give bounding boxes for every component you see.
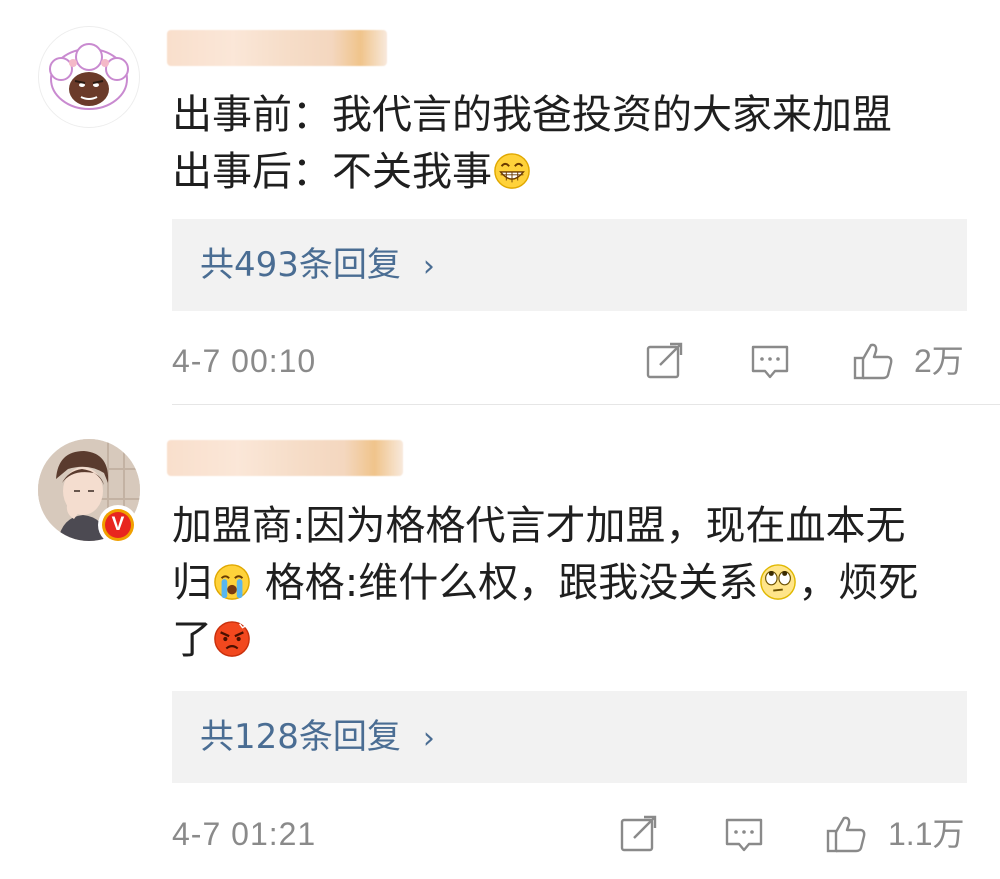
share-icon[interactable] bbox=[618, 814, 660, 854]
comment-icon[interactable] bbox=[749, 341, 791, 381]
like-count: 1.1万 bbox=[888, 816, 965, 852]
grin-emoji-icon bbox=[494, 153, 530, 189]
verified-v-icon: V bbox=[105, 512, 131, 538]
username-redacted[interactable] bbox=[167, 30, 387, 66]
username-redacted[interactable] bbox=[167, 440, 403, 476]
comment-item: V 加盟商:因为格格代言才加盟，现在血本无 归 格格:维什么权，跟我没关系 ，烦… bbox=[0, 405, 1000, 879]
thumbs-up-icon[interactable] bbox=[852, 341, 894, 381]
comment-footer: 4-7 00:10 2万 bbox=[172, 336, 967, 386]
comment-line: 出事后：不关我事 bbox=[172, 144, 962, 201]
comment-item: 出事前：我代言的我爸投资的大家来加盟 出事后：不关我事 共493条回复 › 4-7… bbox=[0, 0, 1000, 405]
comment-line-text: ，烦死 bbox=[798, 560, 919, 606]
comment-line: 出事前：我代言的我爸投资的大家来加盟 bbox=[172, 92, 892, 138]
verified-badge-ring: V bbox=[102, 509, 134, 541]
thumbs-up-icon[interactable] bbox=[825, 814, 867, 854]
view-replies-link[interactable]: 共128条回复 › bbox=[200, 715, 435, 761]
view-replies-link[interactable]: 共493条回复 › bbox=[200, 243, 435, 289]
comment-line-text: 了 bbox=[172, 617, 212, 663]
crying-emoji-icon bbox=[214, 564, 250, 600]
eye-roll-emoji-icon bbox=[760, 564, 797, 600]
like-count: 2万 bbox=[914, 343, 964, 379]
replies-panel[interactable]: 共128条回复 › bbox=[172, 691, 967, 783]
comment-body: 出事前：我代言的我爸投资的大家来加盟 出事后：不关我事 bbox=[172, 87, 962, 201]
comment-icon[interactable] bbox=[723, 814, 765, 854]
comment-footer: 4-7 01:21 1.1万 bbox=[172, 809, 967, 859]
reply-count-label: 共128条回复 bbox=[200, 717, 401, 757]
comment-line: 了 bbox=[172, 612, 962, 669]
timestamp: 4-7 00:10 bbox=[172, 343, 317, 379]
replies-panel[interactable]: 共493条回复 › bbox=[172, 219, 967, 311]
chevron-right-icon: › bbox=[422, 249, 435, 284]
user-avatar[interactable] bbox=[38, 26, 140, 128]
comment-line-text: 归 bbox=[172, 560, 212, 606]
sheep-avatar-icon bbox=[39, 27, 139, 127]
comment-line: 归 格格:维什么权，跟我没关系 ，烦死 bbox=[172, 555, 962, 612]
chevron-right-icon: › bbox=[422, 721, 435, 756]
angry-emoji-icon bbox=[214, 621, 250, 657]
share-icon[interactable] bbox=[644, 341, 686, 381]
comment-line-text: 出事后：不关我事 bbox=[172, 149, 492, 195]
comment-line-text: 格格:维什么权，跟我没关系 bbox=[264, 560, 759, 606]
comment-line: 加盟商:因为格格代言才加盟，现在血本无 bbox=[172, 503, 906, 549]
verified-badge: V bbox=[98, 505, 138, 545]
timestamp: 4-7 01:21 bbox=[172, 816, 317, 852]
reply-count-label: 共493条回复 bbox=[200, 245, 401, 285]
comment-body: 加盟商:因为格格代言才加盟，现在血本无 归 格格:维什么权，跟我没关系 ，烦死 … bbox=[172, 498, 962, 669]
